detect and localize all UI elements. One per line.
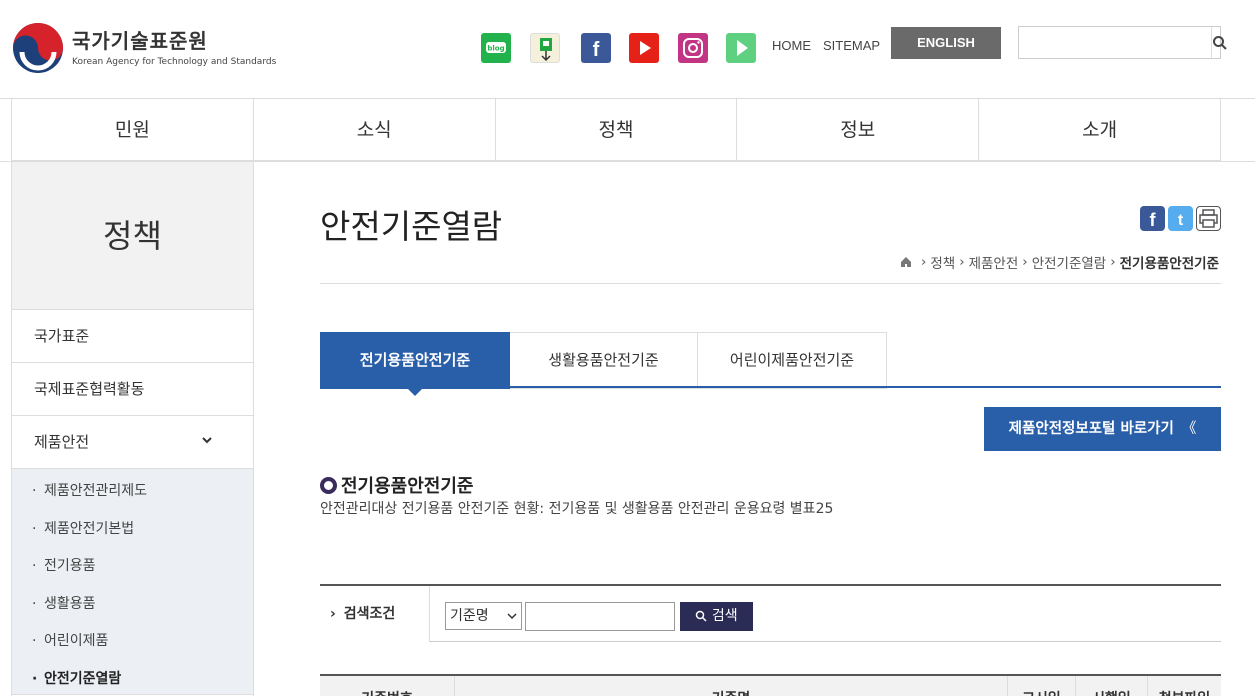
twitter-share-icon[interactable]: t xyxy=(1168,206,1193,231)
breadcrumb-item[interactable]: 제품안전 xyxy=(969,252,1019,272)
side-nav-title: 정책 xyxy=(12,162,253,310)
select-value: 기준명 xyxy=(450,608,489,624)
tab-electrical-standards[interactable]: 전기용품안전기준 xyxy=(320,332,510,396)
bullet-icon xyxy=(320,476,337,494)
gnb-item-about[interactable]: 소개 xyxy=(978,99,1221,160)
search-label: › 검색조건 xyxy=(320,586,430,642)
tab-children-standards[interactable]: 어린이제품안전기준 xyxy=(698,332,887,389)
home-link[interactable]: HOME xyxy=(772,38,811,53)
search-submit-button[interactable]: 검색 xyxy=(680,602,753,631)
side-item-label: 국제표준협력활동 xyxy=(34,380,145,398)
kakao-story-icon[interactable] xyxy=(530,33,560,63)
double-chevron-left-icon: 《 xyxy=(1181,421,1197,437)
gnb-item-info[interactable]: 정보 xyxy=(736,99,978,160)
sub-item-standards-view[interactable]: · 안전기준열람 xyxy=(12,661,253,696)
gnb-item-civil[interactable]: 민원 xyxy=(11,99,253,160)
sub-item-label: 전기용품 xyxy=(44,558,96,574)
svg-text:blog: blog xyxy=(487,45,504,53)
sub-item-label: 어린이제품 xyxy=(44,633,109,649)
column-header: 기준명 xyxy=(455,676,1008,696)
section-description: 안전관리대상 전기용품 안전기준 현황: 전기용품 및 생활용품 안전관리 운용… xyxy=(320,501,834,517)
home-icon[interactable] xyxy=(899,255,913,269)
sub-item-living[interactable]: · 생활용품 xyxy=(12,586,253,624)
facebook-icon[interactable]: f xyxy=(581,33,611,63)
column-header: 첨부파일 xyxy=(1148,676,1221,696)
search-label-text: 검색조건 xyxy=(343,606,396,622)
chevron-down-icon xyxy=(201,416,213,469)
search-field-select[interactable]: 기준명 xyxy=(445,602,522,630)
search-icon xyxy=(1213,35,1227,50)
search-button-label: 검색 xyxy=(711,608,738,624)
site-header: 국가기술표준원 Korean Agency for Technology and… xyxy=(0,0,1255,99)
side-item-national-standard[interactable]: 국가표준 xyxy=(12,310,253,363)
sub-item-electrical[interactable]: · 전기용품 xyxy=(12,548,253,586)
tab-living-standards[interactable]: 생활용품안전기준 xyxy=(510,332,698,389)
sub-item-safety-system[interactable]: · 제품안전관리제도 xyxy=(12,473,253,511)
breadcrumb-item[interactable]: 안전기준열람 xyxy=(1032,252,1107,272)
column-header: 기준번호 xyxy=(320,676,455,696)
sub-item-safety-law[interactable]: · 제품안전기본법 xyxy=(12,511,253,549)
site-logo[interactable]: 국가기술표준원 Korean Agency for Technology and… xyxy=(12,22,276,74)
section-heading: 전기용품안전기준 xyxy=(320,472,473,498)
side-item-product-safety[interactable]: 제품안전 xyxy=(12,416,253,469)
side-item-label: 제품안전 xyxy=(34,433,90,451)
svg-text:t: t xyxy=(1178,212,1184,229)
search-icon xyxy=(696,610,707,622)
org-name-en: Korean Agency for Technology and Standar… xyxy=(72,57,277,67)
page-title: 안전기준열람 xyxy=(320,207,503,246)
english-button[interactable]: ENGLISH xyxy=(891,27,1001,59)
chevron-down-icon xyxy=(507,613,517,620)
divider xyxy=(320,283,1221,284)
column-header: 시행일 xyxy=(1076,676,1148,696)
sitemap-link[interactable]: SITEMAP xyxy=(823,38,880,53)
search-button[interactable] xyxy=(1211,27,1228,58)
svg-text:f: f xyxy=(1150,210,1157,230)
breadcrumb-item[interactable]: 정책 xyxy=(930,252,955,272)
main-nav: 민원 소식 정책 정보 소개 xyxy=(11,99,1221,161)
taegeuk-logo-icon xyxy=(13,23,63,73)
keyword-input[interactable] xyxy=(525,602,675,631)
standard-tabs: 전기용품안전기준 생활용품안전기준 어린이제품안전기준 xyxy=(320,332,887,396)
side-item-intl-cooperation[interactable]: 국제표준협력활동 xyxy=(12,363,253,416)
sub-item-label: 생활용품 xyxy=(44,595,96,612)
play-icon[interactable] xyxy=(726,33,756,63)
column-header: 고시일 xyxy=(1008,676,1076,696)
section-title: 전기용품안전기준 xyxy=(341,476,474,497)
search-input[interactable] xyxy=(1019,27,1211,58)
youtube-icon[interactable] xyxy=(629,33,659,63)
gnb-item-policy[interactable]: 정책 xyxy=(494,99,737,160)
portal-button-label: 제품안전정보포털 바로가기 xyxy=(1008,421,1174,437)
standards-table-header: 기준번호 기준명 고시일 시행일 첨부파일 xyxy=(320,676,1221,696)
org-name-ko: 국가기술표준원 xyxy=(72,29,208,53)
sub-item-label: 제품안전관리제도 xyxy=(44,483,148,499)
print-icon[interactable] xyxy=(1196,206,1221,231)
breadcrumb: › 정책 › 제품안전 › 안전기준열람 › 전기용품안전기준 xyxy=(899,252,1221,272)
facebook-share-icon[interactable]: f xyxy=(1140,206,1165,231)
safety-portal-button[interactable]: 제품안전정보포털 바로가기 《 xyxy=(984,407,1221,451)
top-search xyxy=(1018,26,1227,59)
svg-text:f: f xyxy=(593,39,600,61)
sub-item-label: 안전기준열람 xyxy=(44,670,122,687)
blog-icon[interactable]: blog xyxy=(481,33,511,63)
breadcrumb-current: 전기용품안전기준 xyxy=(1119,256,1219,272)
tabs-underline xyxy=(320,386,1221,388)
side-nav: 정책 국가표준 국제표준협력활동 제품안전 · 제품안전관리제도 · 제품안전기본법… xyxy=(11,162,254,696)
instagram-icon[interactable] xyxy=(678,33,708,63)
gnb-item-news[interactable]: 소식 xyxy=(252,99,495,160)
side-item-label: 국가표준 xyxy=(34,327,90,345)
search-conditions: › 검색조건 기준명 검색 xyxy=(320,584,1221,642)
sub-item-label: 제품안전기본법 xyxy=(44,520,135,537)
side-submenu: · 제품안전관리제도 · 제품안전기본법 · 전기용품 · 생활용품 · 어린이제품 · 안… xyxy=(12,469,253,695)
sub-item-children[interactable]: · 어린이제품 xyxy=(12,623,253,661)
